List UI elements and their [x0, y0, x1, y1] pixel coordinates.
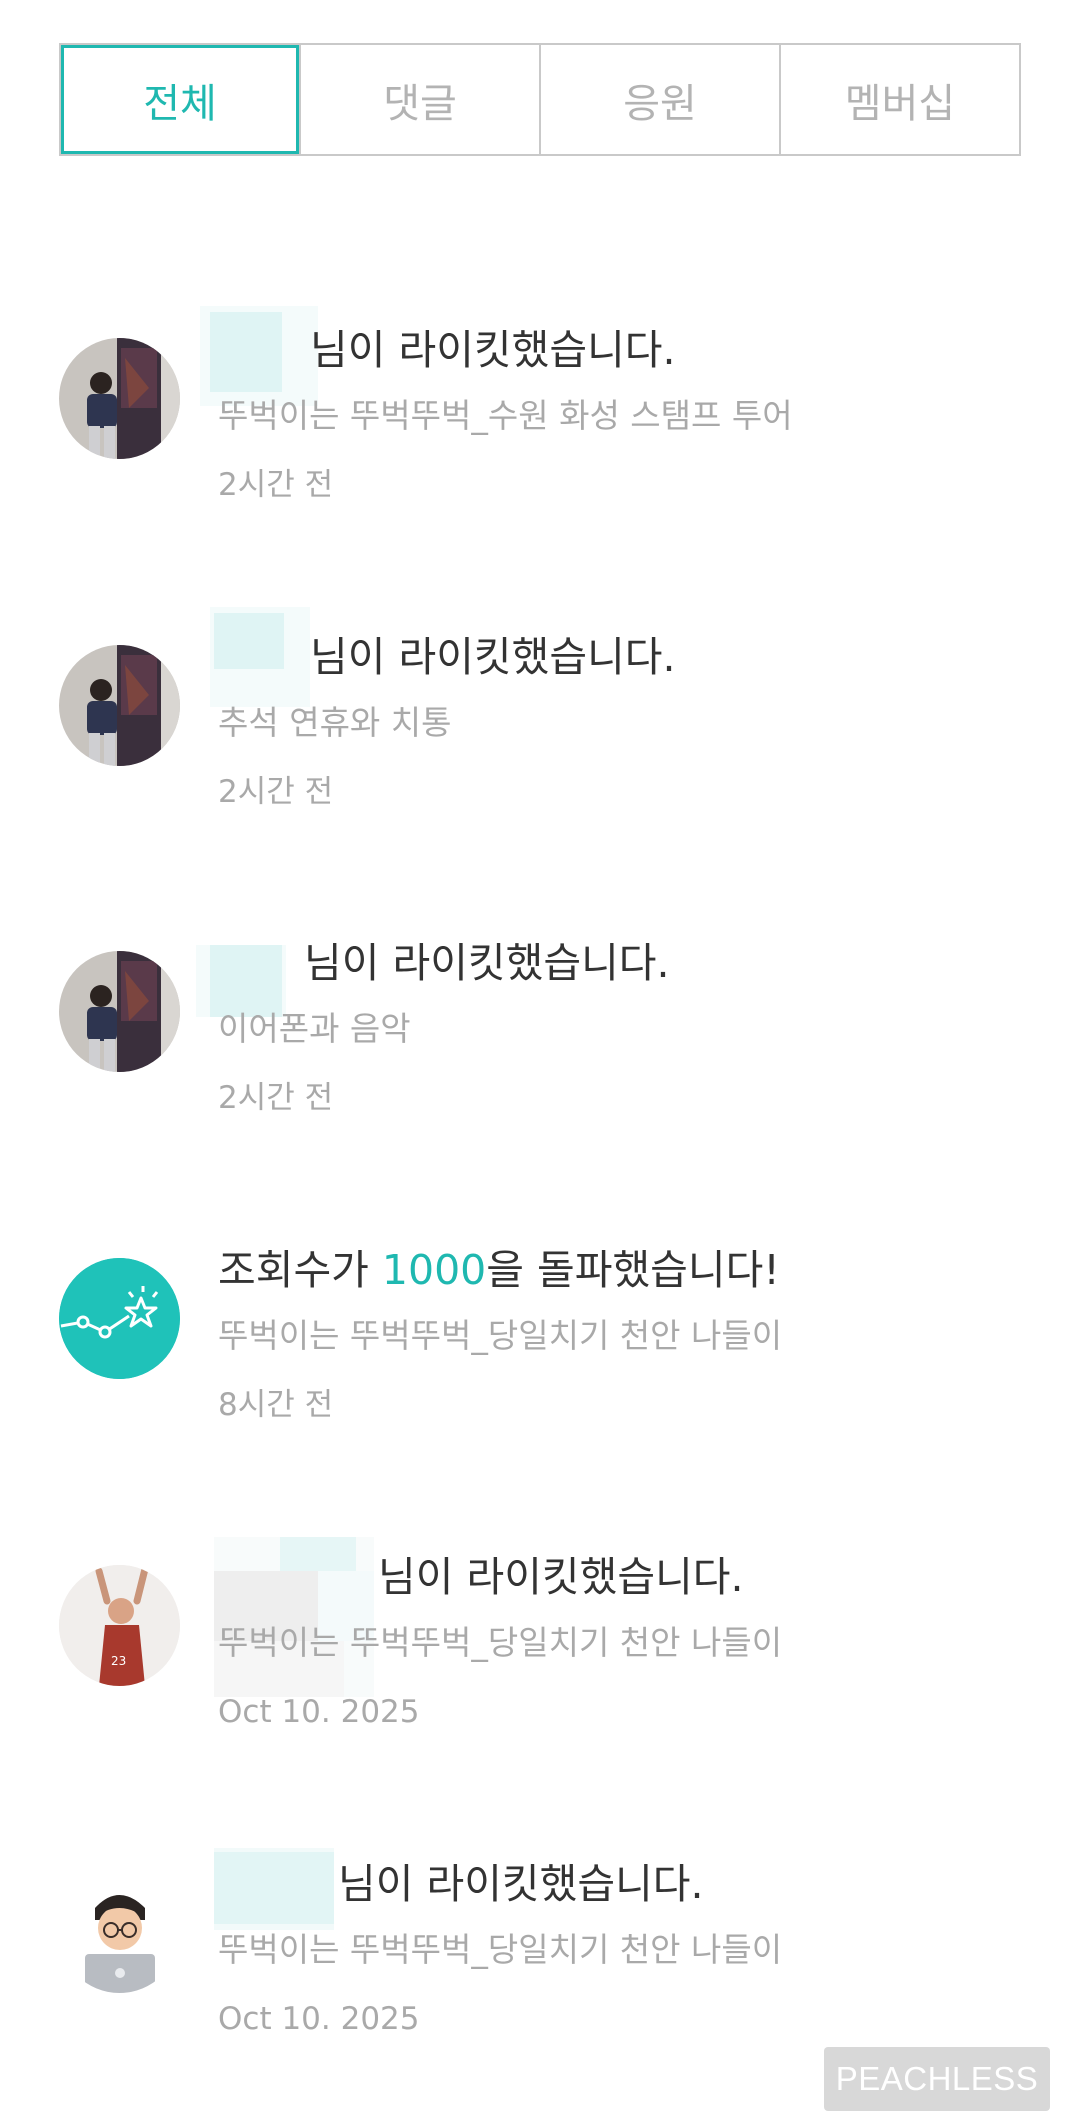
notification-title: 님이 라이킷했습니다. [310, 633, 676, 681]
notification-item[interactable]: 님이 라이킷했습니다. 이어폰과 음악 2시간 전 [0, 913, 1080, 1173]
notification-subtitle: 뚜벅이는 뚜벅뚜벅_당일치기 천안 나들이 [218, 1623, 783, 1662]
view-count: 1000 [381, 1246, 487, 1294]
tab-comments[interactable]: 댓글 [299, 45, 539, 154]
notification-time: 8시간 전 [218, 1387, 334, 1423]
notification-content: 님이 라이킷했습니다. 뚜벅이는 뚜벅뚜벅_당일치기 천안 나들이 Oct 10… [218, 1854, 1040, 2042]
notification-subtitle: 뚜벅이는 뚜벅뚜벅_수원 화성 스탬프 투어 [218, 396, 793, 435]
notification-item[interactable]: 23 님이 라이킷했습니다. 뚜벅이는 뚜벅뚜벅_당일치기 천안 나들이 Oct… [0, 1527, 1080, 1787]
avatar [59, 338, 180, 459]
notification-content: 님이 라이킷했습니다. 이어폰과 음악 2시간 전 [218, 933, 1040, 1121]
notification-title: 님이 라이킷했습니다. [310, 326, 676, 374]
notification-content: 님이 라이킷했습니다. 추석 연휴와 치통 2시간 전 [218, 627, 1040, 815]
chart-star-icon [59, 1258, 180, 1379]
watermark: PEACHLESS [824, 2047, 1050, 2111]
avatar: 23 [59, 1565, 180, 1686]
filter-tabs: 전체 댓글 응원 멤버십 [59, 43, 1021, 156]
tab-cheers[interactable]: 응원 [539, 45, 779, 154]
svg-text:23: 23 [111, 1654, 126, 1668]
notification-subtitle: 추석 연휴와 치통 [218, 703, 452, 742]
notification-content: 님이 라이킷했습니다. 뚜벅이는 뚜벅뚜벅_당일치기 천안 나들이 Oct 10… [218, 1547, 1040, 1735]
notification-subtitle: 뚜벅이는 뚜벅뚜벅_당일치기 천안 나들이 [218, 1316, 783, 1355]
avatar [59, 645, 180, 766]
notification-title: 조회수가 1000을 돌파했습니다! [218, 1246, 780, 1294]
notification-title: 님이 라이킷했습니다. [304, 939, 670, 987]
notification-time: 2시간 전 [218, 774, 334, 810]
notification-title: 님이 라이킷했습니다. [338, 1860, 704, 1908]
tab-membership[interactable]: 멤버십 [779, 45, 1019, 154]
avatar [59, 1872, 180, 1993]
notification-item[interactable]: 조회수가 1000을 돌파했습니다! 뚜벅이는 뚜벅뚜벅_당일치기 천안 나들이… [0, 1220, 1080, 1480]
tab-all[interactable]: 전체 [61, 45, 299, 154]
avatar [59, 951, 180, 1072]
notification-title: 님이 라이킷했습니다. [378, 1553, 744, 1601]
notification-content: 조회수가 1000을 돌파했습니다! 뚜벅이는 뚜벅뚜벅_당일치기 천안 나들이… [218, 1240, 1040, 1428]
notification-subtitle: 이어폰과 음악 [218, 1009, 411, 1048]
notification-time: 2시간 전 [218, 1080, 334, 1116]
notification-time: Oct 10. 2025 [218, 1694, 420, 1730]
notification-item[interactable]: 님이 라이킷했습니다. 뚜벅이는 뚜벅뚜벅_수원 화성 스탬프 투어 2시간 전 [0, 300, 1080, 560]
notification-item[interactable]: 님이 라이킷했습니다. 추석 연휴와 치통 2시간 전 [0, 607, 1080, 867]
notification-subtitle: 뚜벅이는 뚜벅뚜벅_당일치기 천안 나들이 [218, 1930, 783, 1969]
notification-content: 님이 라이킷했습니다. 뚜벅이는 뚜벅뚜벅_수원 화성 스탬프 투어 2시간 전 [218, 320, 1040, 508]
notification-time: Oct 10. 2025 [218, 2001, 420, 2037]
notification-time: 2시간 전 [218, 467, 334, 503]
